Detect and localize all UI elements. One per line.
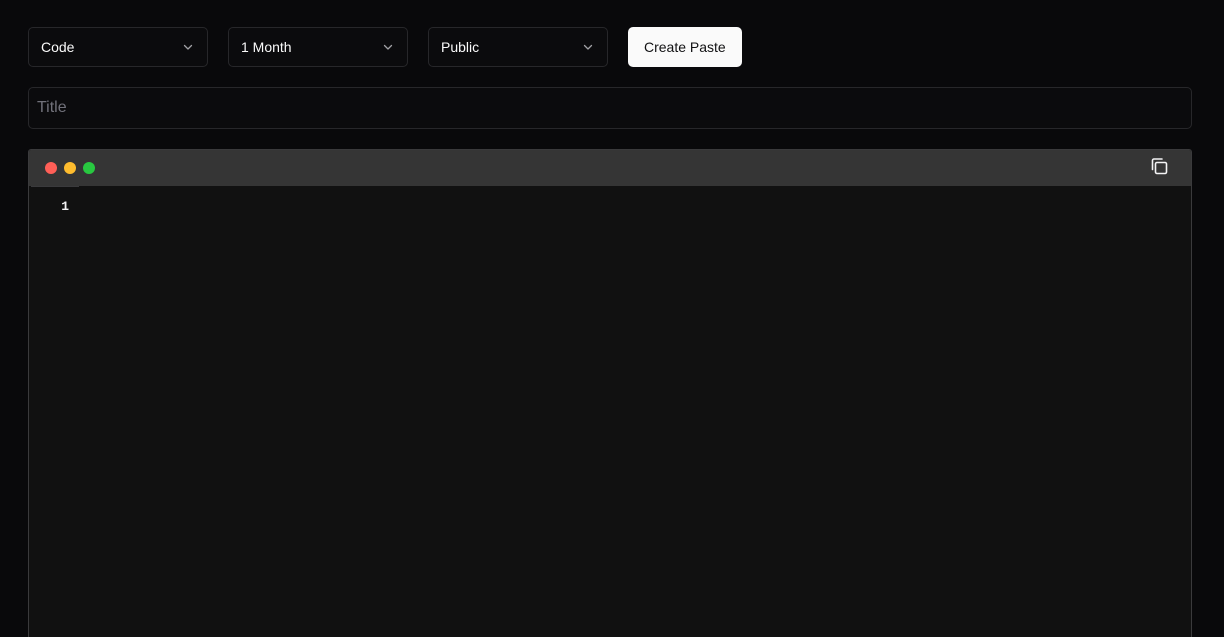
copy-button[interactable] [1148,157,1170,179]
line-number-gutter: 1 [29,186,79,637]
title-input[interactable] [28,87,1192,129]
maximize-dot [83,162,95,174]
syntax-select[interactable]: Code [28,27,208,67]
close-dot [45,162,57,174]
paste-editor-page: Code 1 Month Public Create Paste Title 1 [0,0,1224,637]
chevron-down-icon [182,41,194,53]
code-textarea[interactable] [79,186,1191,637]
toolbar: Code 1 Month Public Create Paste [28,27,742,67]
code-editor: 1 [28,149,1192,637]
expiration-select[interactable]: 1 Month [228,27,408,67]
minimize-dot [64,162,76,174]
expiration-select-value: 1 Month [241,39,292,55]
visibility-select-value: Public [441,39,480,55]
visibility-select[interactable]: Public [428,27,608,67]
create-paste-button[interactable]: Create Paste [628,27,742,67]
copy-icon [1149,156,1169,181]
syntax-select-value: Code [41,39,75,55]
editor-body: 1 [29,186,1191,637]
editor-header [29,150,1191,186]
window-controls [45,162,95,174]
line-number: 1 [61,199,69,214]
chevron-down-icon [582,41,594,53]
chevron-down-icon [382,41,394,53]
